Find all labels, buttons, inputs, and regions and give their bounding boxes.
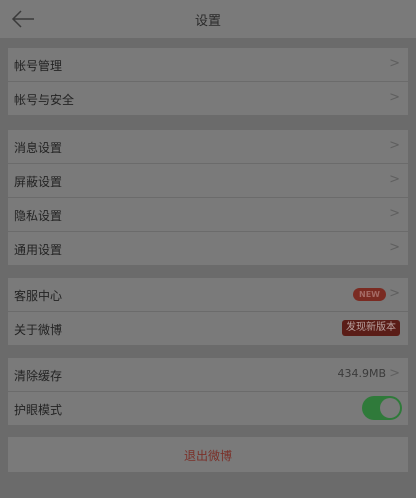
account-management-item[interactable]: 帐号管理 > — [8, 48, 408, 81]
new-badge: NEW — [353, 288, 386, 301]
logout-button[interactable]: 退出微博 — [8, 437, 408, 472]
logout-label: 退出微博 — [183, 449, 232, 463]
chevron-right-icon: > — [389, 90, 400, 105]
toggle-knob — [380, 398, 400, 418]
account-management-label: 帐号管理 — [14, 59, 63, 73]
general-settings-item[interactable]: 通用设置 > — [8, 232, 408, 265]
chevron-right-icon: > — [389, 138, 400, 153]
customer-service-item[interactable]: 客服中心 NEW > — [8, 278, 408, 311]
page-title: 设置 — [194, 14, 221, 29]
message-settings-item[interactable]: 消息设置 > — [8, 130, 408, 163]
account-security-item[interactable]: 帐号与安全 > — [8, 82, 408, 115]
chevron-right-icon: > — [389, 286, 400, 301]
top-bar: 设置 — [0, 0, 416, 38]
account-security-label: 帐号与安全 — [14, 93, 75, 107]
privacy-settings-item[interactable]: 隐私设置 > — [8, 198, 408, 231]
block-settings-item[interactable]: 屏蔽设置 > — [8, 164, 408, 197]
eye-protection-toggle[interactable] — [362, 396, 402, 420]
cache-size-value: 434.9MB — [337, 367, 386, 380]
chevron-right-icon: > — [389, 172, 400, 187]
general-settings-label: 通用设置 — [14, 243, 63, 257]
about-weibo-item[interactable]: 关于微博 发现新版本 — [8, 312, 408, 345]
chevron-right-icon: > — [389, 240, 400, 255]
about-weibo-label: 关于微博 — [14, 323, 63, 337]
eye-protection-item: 护眼模式 — [8, 392, 408, 425]
eye-protection-label: 护眼模式 — [14, 403, 63, 417]
new-version-badge: 发现新版本 — [342, 320, 400, 336]
clear-cache-label: 清除缓存 — [14, 369, 63, 383]
chevron-right-icon: > — [389, 366, 400, 381]
block-settings-label: 屏蔽设置 — [14, 175, 63, 189]
clear-cache-item[interactable]: 清除缓存 434.9MB > — [8, 358, 408, 391]
message-settings-label: 消息设置 — [14, 141, 63, 155]
privacy-settings-label: 隐私设置 — [14, 209, 63, 223]
settings-screen: 设置 帐号管理 > 帐号与安全 > 消息设置 > 屏蔽设置 > 隐私设置 > 通… — [0, 0, 416, 498]
chevron-right-icon: > — [389, 206, 400, 221]
chevron-right-icon: > — [389, 56, 400, 71]
customer-service-label: 客服中心 — [14, 289, 63, 303]
